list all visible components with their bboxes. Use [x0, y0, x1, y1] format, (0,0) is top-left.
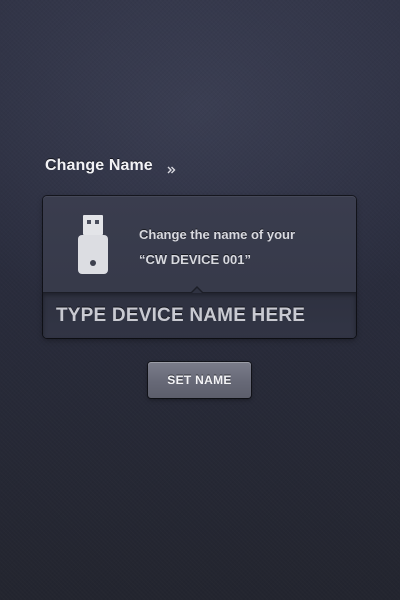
- card-info: Change the name of your “CW DEVICE 001”: [43, 196, 356, 292]
- set-name-button[interactable]: SET NAME: [148, 362, 251, 398]
- card-message: Change the name of your “CW DEVICE 001”: [139, 222, 295, 272]
- device-name-input[interactable]: [43, 293, 356, 338]
- message-line-1: Change the name of your: [139, 227, 296, 242]
- section-title: Change Name: [45, 157, 153, 174]
- message-line-device: “CW DEVICE 001”: [139, 252, 251, 267]
- section-header: Change Name: [45, 157, 177, 175]
- device-card: Change the name of your “CW DEVICE 001”: [43, 196, 356, 338]
- double-arrow-right-icon: [167, 162, 177, 174]
- usb-drive-icon: [77, 213, 109, 275]
